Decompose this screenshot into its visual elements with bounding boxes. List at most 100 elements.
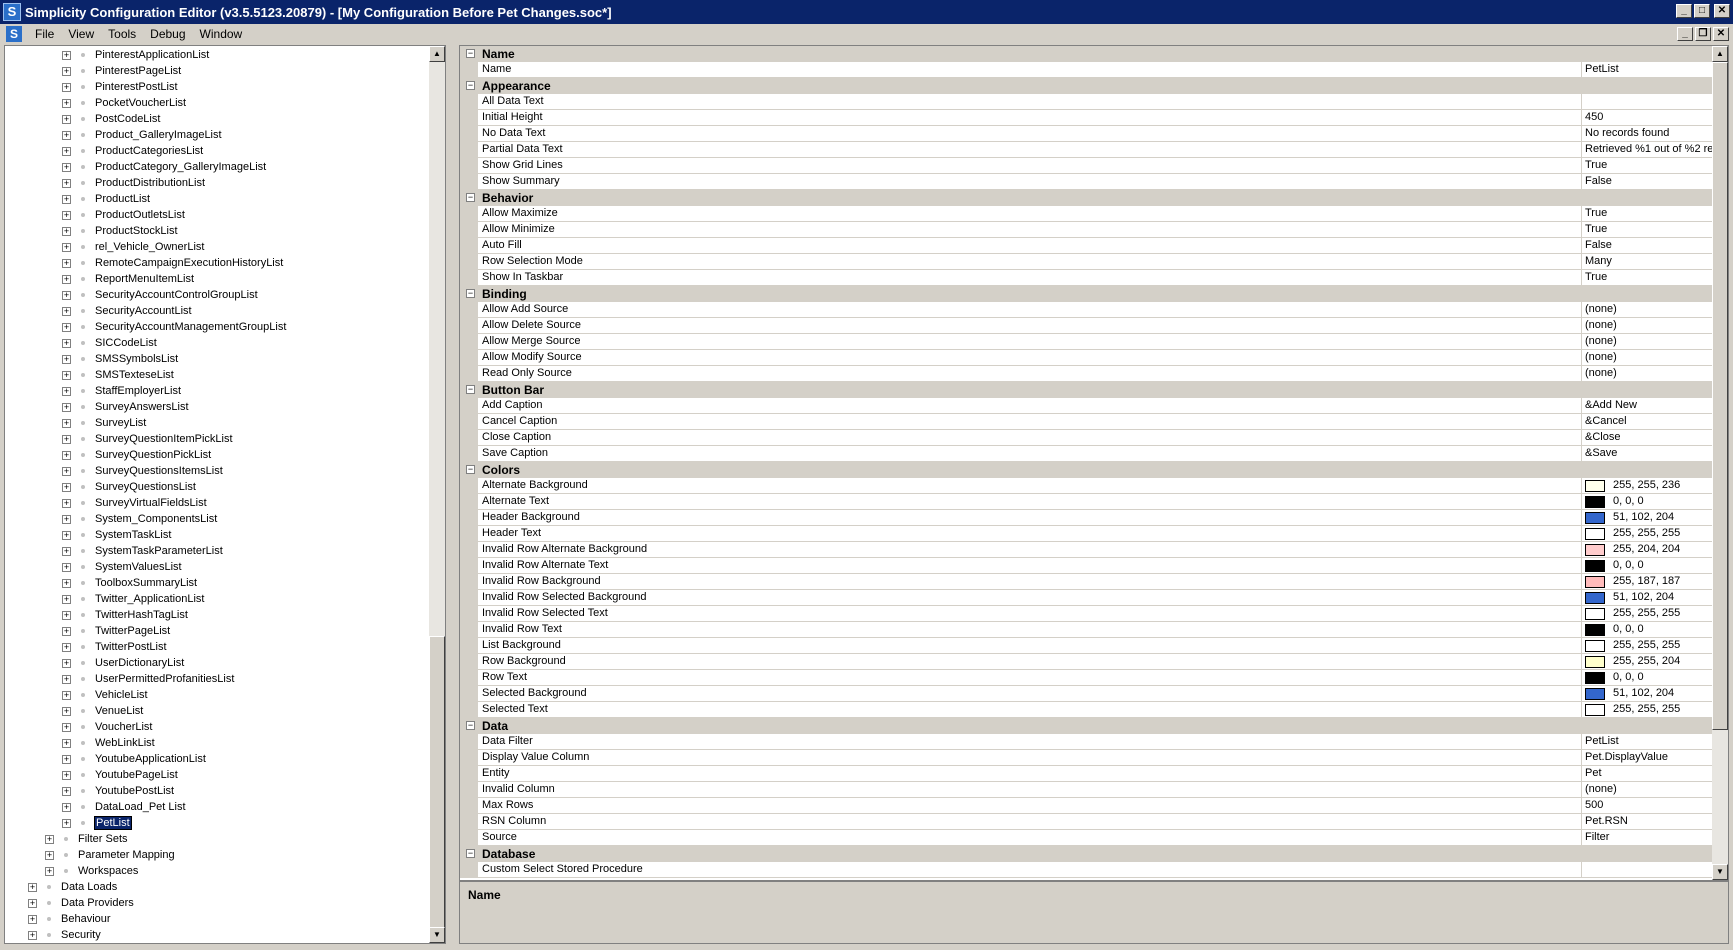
expand-plus-icon[interactable]: + (62, 130, 71, 140)
property-value[interactable]: 255, 255, 255 (1582, 702, 1728, 718)
collapse-minus-icon[interactable]: − (466, 289, 475, 298)
tree-node-label[interactable]: Filter Sets (78, 833, 128, 845)
property-row[interactable]: Selected Background 51, 102, 204 (460, 686, 1728, 702)
tree-node-label[interactable]: Product_GalleryImageList (95, 129, 222, 141)
property-row[interactable]: No Data Text No records found (460, 126, 1728, 142)
tree-node[interactable]: + RemoteCampaignExecutionHistoryList (62, 255, 283, 271)
document-minimize-button[interactable]: _ (1677, 27, 1693, 41)
property-value[interactable]: (none) (1582, 350, 1728, 366)
property-row[interactable]: Invalid Row Text 0, 0, 0 (460, 622, 1728, 638)
collapse-minus-icon[interactable]: − (466, 849, 475, 858)
tree-node-label[interactable]: YoutubeApplicationList (95, 753, 206, 765)
property-value[interactable]: Filter (1582, 830, 1728, 846)
property-row[interactable]: Max Rows 500 (460, 798, 1728, 814)
property-name[interactable]: Show Grid Lines (478, 158, 1582, 174)
expand-plus-icon[interactable]: + (62, 226, 71, 236)
tree-node[interactable]: + ProductDistributionList (62, 175, 205, 191)
property-value[interactable]: &Close (1582, 430, 1728, 446)
expand-plus-icon[interactable]: + (28, 882, 37, 892)
property-name[interactable]: Invalid Row Alternate Text (478, 558, 1582, 574)
property-name[interactable]: RSN Column (478, 814, 1582, 830)
property-value[interactable]: PetList (1582, 62, 1728, 78)
tree-node-label[interactable]: StaffEmployerList (95, 385, 181, 397)
tree-node[interactable]: + ProductStockList (62, 223, 178, 239)
tree-node[interactable]: + SMSTexteseList (62, 367, 174, 383)
property-row[interactable]: Show Summary False (460, 174, 1728, 190)
tree-node[interactable]: + Product_GalleryImageList (62, 127, 222, 143)
property-row[interactable]: Close Caption &Close (460, 430, 1728, 446)
tree-node-label[interactable]: WebLinkList (95, 737, 155, 749)
tree-node-label[interactable]: PostCodeList (95, 113, 160, 125)
tree-node-label[interactable]: ProductStockList (95, 225, 178, 237)
property-name[interactable]: Auto Fill (478, 238, 1582, 254)
expand-plus-icon[interactable]: + (62, 274, 71, 284)
property-row[interactable]: Partial Data Text Retrieved %1 out of %2 … (460, 142, 1728, 158)
property-value[interactable]: True (1582, 222, 1728, 238)
property-name[interactable]: Row Selection Mode (478, 254, 1582, 270)
expand-plus-icon[interactable]: + (62, 466, 71, 476)
property-name[interactable]: All Data Text (478, 94, 1582, 110)
property-value[interactable]: No records found (1582, 126, 1728, 142)
property-row[interactable]: All Data Text (460, 94, 1728, 110)
property-row[interactable]: Allow Merge Source (none) (460, 334, 1728, 350)
expand-plus-icon[interactable]: + (62, 338, 71, 348)
panel-splitter[interactable] (446, 45, 459, 944)
property-name[interactable]: No Data Text (478, 126, 1582, 142)
tree-node-label[interactable]: SystemTaskList (95, 529, 171, 541)
tree-node-label[interactable]: Workspaces (78, 865, 138, 877)
tree-node[interactable]: + SurveyQuestionsItemsList (62, 463, 223, 479)
tree-node[interactable]: + TwitterPostList (62, 639, 167, 655)
property-name[interactable]: Custom Select Stored Procedure (478, 862, 1582, 878)
property-name[interactable]: Row Background (478, 654, 1582, 670)
expand-plus-icon[interactable]: + (45, 850, 54, 860)
property-name[interactable]: Data Filter (478, 734, 1582, 750)
tree-node-label[interactable]: Data Loads (61, 881, 117, 893)
expand-plus-icon[interactable]: + (62, 674, 71, 684)
tree-node-label[interactable]: SICCodeList (95, 337, 157, 349)
tree-node[interactable]: + SecurityAccountManagementGroupList (62, 319, 286, 335)
expand-plus-icon[interactable]: + (62, 610, 71, 620)
expand-plus-icon[interactable]: + (62, 258, 71, 268)
property-row[interactable]: Name PetList (460, 62, 1728, 78)
expand-plus-icon[interactable]: + (62, 418, 71, 428)
property-value[interactable]: 51, 102, 204 (1582, 686, 1728, 702)
property-name[interactable]: Allow Minimize (478, 222, 1582, 238)
tree-node-label[interactable]: TwitterHashTagList (95, 609, 188, 621)
property-value[interactable]: 0, 0, 0 (1582, 622, 1728, 638)
expand-plus-icon[interactable]: + (62, 370, 71, 380)
property-value[interactable]: True (1582, 158, 1728, 174)
property-value[interactable]: True (1582, 206, 1728, 222)
tree-node-label[interactable]: SurveyQuestionItemPickList (95, 433, 233, 445)
property-grid[interactable]: − Name Name PetList − Appearance All Data Text… (459, 45, 1729, 881)
tree-node-label[interactable]: ProductOutletsList (95, 209, 185, 221)
expand-plus-icon[interactable]: + (62, 802, 71, 812)
property-value[interactable]: 0, 0, 0 (1582, 494, 1728, 510)
property-value[interactable]: 255, 255, 255 (1582, 638, 1728, 654)
tree-node-label[interactable]: UserPermittedProfanitiesList (95, 673, 234, 685)
expand-plus-icon[interactable]: + (62, 658, 71, 668)
property-name[interactable]: Entity (478, 766, 1582, 782)
close-button[interactable]: ✕ (1714, 4, 1730, 18)
property-name[interactable]: Show Summary (478, 174, 1582, 190)
expand-plus-icon[interactable]: + (62, 210, 71, 220)
expand-plus-icon[interactable]: + (62, 514, 71, 524)
tree-node-label[interactable]: ProductCategory_GalleryImageList (95, 161, 266, 173)
property-row[interactable]: Invalid Column (none) (460, 782, 1728, 798)
property-value[interactable]: 255, 255, 236 (1582, 478, 1728, 494)
tree-node[interactable]: + StaffEmployerList (62, 383, 181, 399)
collapse-minus-icon[interactable]: − (466, 465, 475, 474)
property-value[interactable]: 255, 255, 204 (1582, 654, 1728, 670)
tree-node[interactable]: + SecurityAccountList (62, 303, 192, 319)
tree-node-label[interactable]: ToolboxSummaryList (95, 577, 197, 589)
property-category[interactable]: − Appearance (460, 78, 1712, 94)
expand-plus-icon[interactable]: + (62, 738, 71, 748)
property-row[interactable]: Header Text 255, 255, 255 (460, 526, 1728, 542)
property-row[interactable]: Auto Fill False (460, 238, 1728, 254)
scroll-down-arrow-icon[interactable]: ▼ (1712, 864, 1728, 880)
expand-plus-icon[interactable]: + (62, 706, 71, 716)
scroll-down-arrow-icon[interactable]: ▼ (429, 927, 445, 943)
tree-scrollbar[interactable]: ▲ ▼ (429, 46, 445, 943)
tree-node[interactable]: + ProductList (62, 191, 150, 207)
property-row[interactable]: RSN Column Pet.RSN (460, 814, 1728, 830)
property-value[interactable]: &Add New (1582, 398, 1728, 414)
